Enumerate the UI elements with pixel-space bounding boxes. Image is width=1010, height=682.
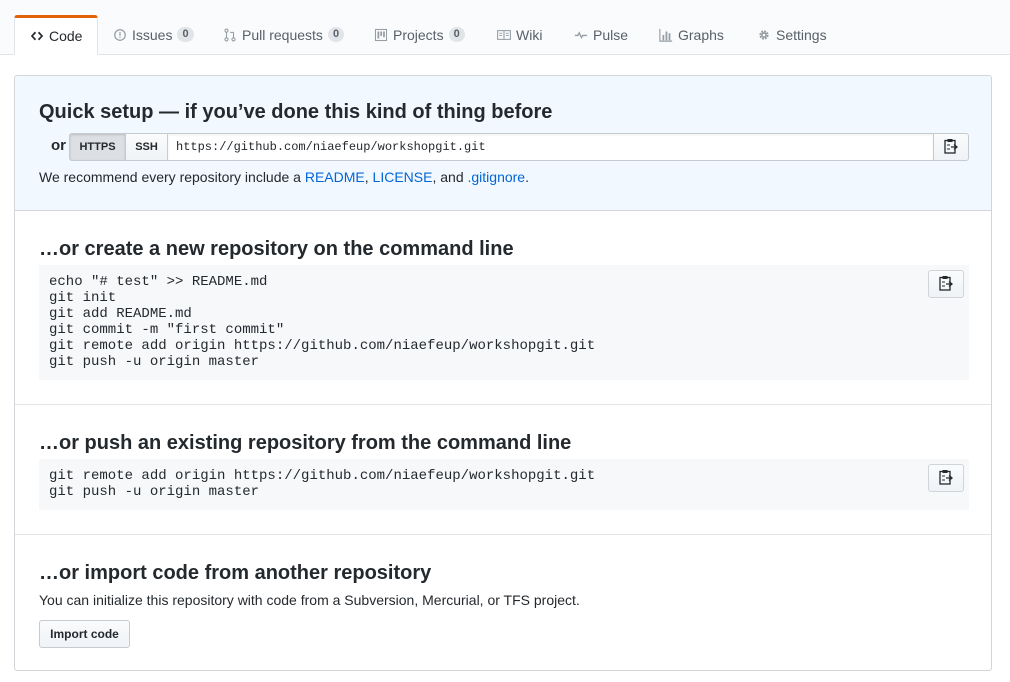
create-repo-title: …or create a new repository on the comma… <box>39 238 514 260</box>
period: . <box>525 169 529 185</box>
https-button[interactable]: HTTPS <box>69 133 126 161</box>
pulse-icon <box>574 28 588 42</box>
repo-setup-box: Quick setup — if you’ve done this kind o… <box>14 75 992 671</box>
tab-label: Settings <box>776 26 827 43</box>
project-icon <box>374 28 388 42</box>
code-line: git push -u origin master <box>49 354 260 370</box>
separator: , and <box>432 169 468 185</box>
import-code-button[interactable]: Import code <box>39 620 130 648</box>
copy-push-commands-button[interactable] <box>928 464 964 492</box>
import-description: You can initialize this repository with … <box>39 592 580 608</box>
code-line: git push -u origin master <box>49 484 260 500</box>
tab-issues[interactable]: Issues 0 <box>98 15 194 54</box>
copy-create-commands-button[interactable] <box>928 270 964 298</box>
create-repo-code: echo "# test" >> README.md git init git ad… <box>39 265 969 380</box>
clone-url-input[interactable]: https://github.com/niaefeup/workshopgit.… <box>167 133 934 161</box>
push-existing-section: …or push an existing repository from the… <box>15 405 991 535</box>
copy-url-button[interactable] <box>933 133 969 161</box>
tab-code[interactable]: Code <box>14 15 99 55</box>
tab-pulse[interactable]: Pulse <box>559 15 628 54</box>
tab-label: Issues <box>132 26 173 43</box>
graph-icon <box>659 28 673 42</box>
code-line: echo "# test" >> README.md <box>49 274 268 290</box>
ssh-button[interactable]: SSH <box>125 133 168 161</box>
tab-projects[interactable]: Projects 0 <box>359 15 465 54</box>
clippy-icon <box>944 138 959 157</box>
issues-counter: 0 <box>177 27 194 42</box>
license-link[interactable]: LICENSE <box>373 169 433 185</box>
quick-setup-section: Quick setup — if you’ve done this kind o… <box>15 76 991 211</box>
repo-tab-nav: Code Issues 0 Pull requests 0 Projects 0… <box>0 0 1010 55</box>
separator: , <box>364 169 373 185</box>
tab-graphs[interactable]: Graphs <box>644 15 724 54</box>
clippy-icon <box>939 275 954 294</box>
readme-link[interactable]: README <box>305 169 365 185</box>
code-line: git remote add origin https://github.com… <box>49 468 596 484</box>
import-title: …or import code from another repository <box>39 562 432 584</box>
code-line: git init <box>49 290 117 306</box>
issue-opened-icon <box>113 28 127 42</box>
code-line: git commit -m "first commit" <box>49 322 285 338</box>
tab-label: Code <box>49 28 83 44</box>
projects-counter: 0 <box>448 27 465 42</box>
code-line: git add README.md <box>49 306 192 322</box>
clippy-icon <box>939 469 954 488</box>
quick-setup-title: Quick setup — if you’ve done this kind o… <box>39 101 553 123</box>
code-line: git remote add origin https://github.com… <box>49 338 596 354</box>
code-icon <box>30 29 44 43</box>
tab-label: Pull requests <box>242 26 323 43</box>
tab-label: Projects <box>393 26 444 43</box>
tab-wiki[interactable]: Wiki <box>482 15 542 54</box>
recommend-prefix: We recommend every repository include a <box>39 169 305 185</box>
tab-label: Pulse <box>593 26 629 43</box>
recommend-text: We recommend every repository include a … <box>39 169 529 185</box>
tab-label: Wiki <box>516 26 543 43</box>
push-existing-code: git remote add origin https://github.com… <box>39 459 969 510</box>
tab-settings[interactable]: Settings <box>742 15 827 54</box>
create-repo-section: …or create a new repository on the comma… <box>15 211 991 405</box>
git-pull-request-icon <box>223 28 237 42</box>
gear-icon <box>757 28 771 42</box>
or-label: or <box>51 137 66 154</box>
tab-pull-requests[interactable]: Pull requests 0 <box>208 15 345 54</box>
gitignore-link[interactable]: .gitignore <box>468 169 526 185</box>
pull-requests-counter: 0 <box>327 27 345 42</box>
import-section: …or import code from another repository … <box>15 535 991 670</box>
tab-label: Graphs <box>678 26 724 43</box>
book-icon <box>497 28 511 42</box>
push-existing-title: …or push an existing repository from the… <box>39 432 572 454</box>
